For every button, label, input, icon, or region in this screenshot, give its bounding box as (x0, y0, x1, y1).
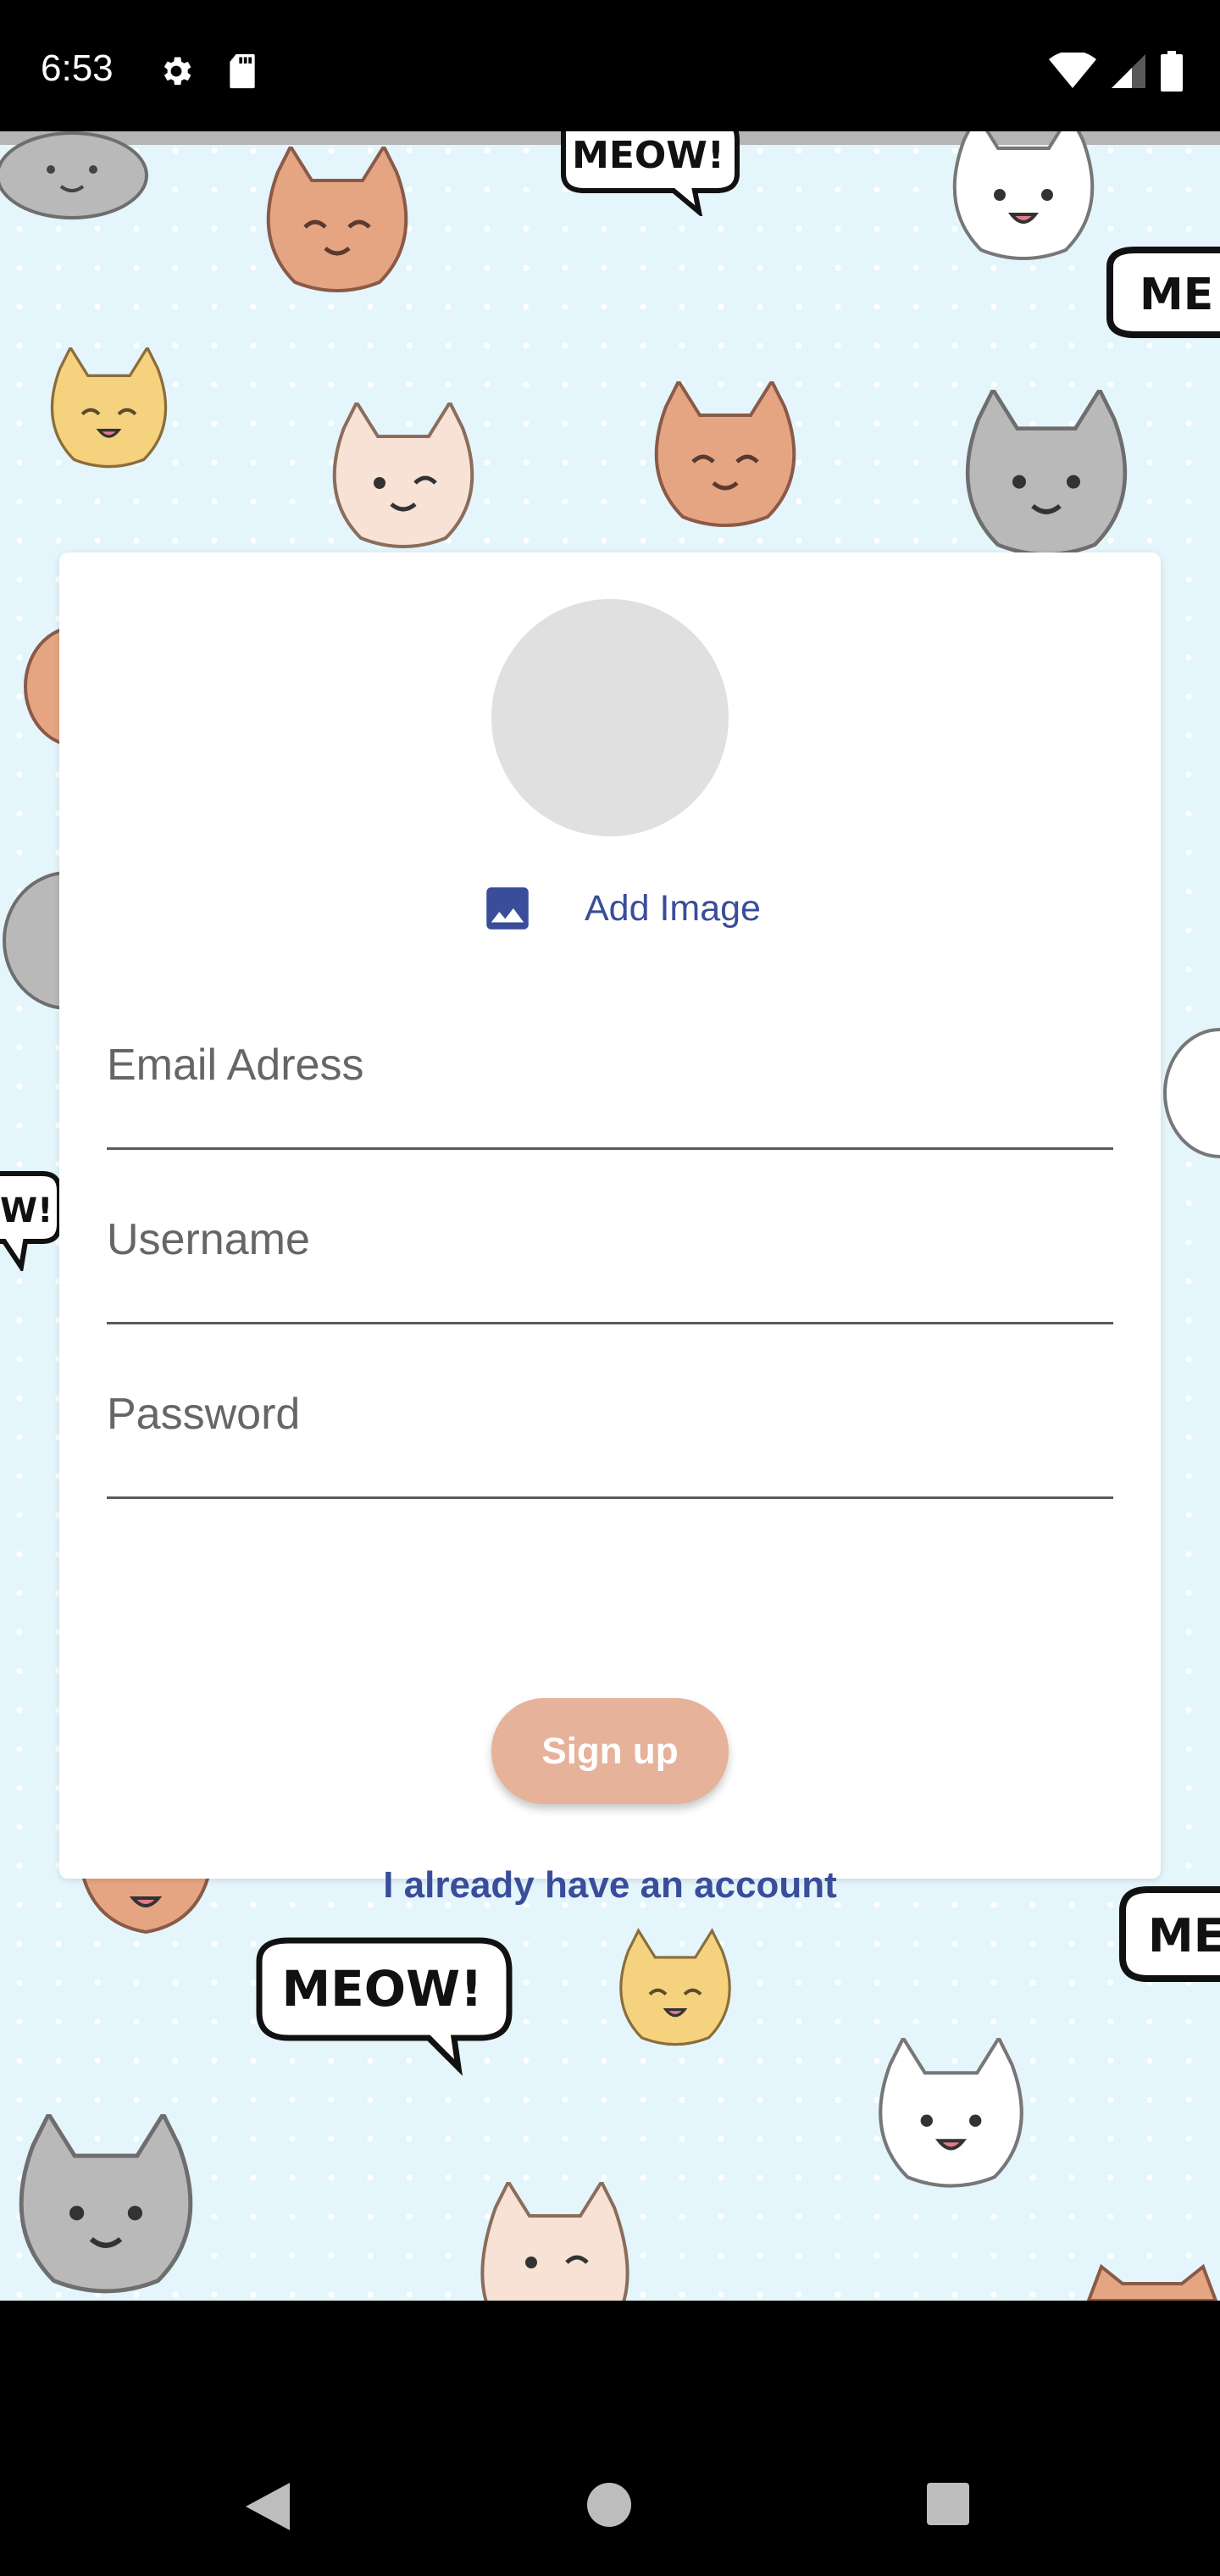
recent-apps-icon[interactable] (927, 2483, 969, 2525)
meow-text-partial: W! (0, 1191, 53, 1230)
meow-text: MEOW! (572, 134, 724, 177)
sd-card-icon (230, 53, 255, 89)
meow-text-partial: ME (1148, 1909, 1220, 1963)
home-icon[interactable] (587, 2483, 631, 2527)
email-underline (107, 1147, 1113, 1150)
speech-bubble-icon: W! (0, 1171, 62, 1271)
cell-signal-icon (1112, 54, 1145, 88)
username-field[interactable]: Username (107, 1180, 1113, 1324)
white-cat-icon (1163, 1028, 1220, 1158)
gray-cat-icon (19, 2114, 193, 2294)
email-field-label: Email Adress (107, 1041, 364, 1090)
navigation-bar (0, 2301, 1220, 2576)
password-underline (107, 1496, 1113, 1499)
status-time: 6:53 (41, 47, 114, 89)
cream-cat-icon (480, 2182, 629, 2301)
signup-card: Add Image Email Adress Username Password… (59, 552, 1161, 1906)
gray-cat-icon (3, 871, 64, 1010)
meow-text: MEOW! (281, 1960, 482, 2018)
orange-cat-icon (654, 381, 796, 527)
speech-bubble-icon: MEOW! (256, 1937, 513, 2076)
white-cat-icon (952, 131, 1095, 260)
yellow-cat-icon (619, 1928, 731, 2046)
wifi-icon (1049, 53, 1096, 88)
status-bar: 6:53 (0, 0, 1220, 131)
battery-icon (1161, 51, 1183, 92)
gray-cat-icon (965, 390, 1128, 557)
add-image-button[interactable]: Add Image (480, 874, 761, 942)
username-field-label: Username (107, 1215, 310, 1264)
orange-cat-icon (266, 147, 408, 292)
username-underline (107, 1322, 1113, 1324)
yellow-cat-icon (50, 347, 168, 469)
speech-bubble-icon: ME (1106, 247, 1220, 338)
back-icon[interactable] (246, 2483, 291, 2530)
avatar-placeholder[interactable] (491, 599, 729, 836)
speech-bubble-icon: MEOW! (561, 131, 740, 216)
image-icon (486, 887, 529, 930)
cream-cat-icon (332, 402, 474, 548)
password-field[interactable]: Password (107, 1355, 1113, 1499)
meow-text-partial: ME (1140, 269, 1213, 320)
password-field-label: Password (107, 1390, 301, 1439)
login-link[interactable]: I already have an account (59, 1864, 1161, 1907)
app-background: MEOW! ME W! MEOW! ME Add Image Email Adr… (0, 131, 1220, 2301)
email-field[interactable]: Email Adress (107, 1006, 1113, 1150)
white-cat-icon (879, 2038, 1023, 2188)
settings-gear-icon (164, 57, 191, 86)
orange-cat-icon (1086, 2263, 1218, 2301)
add-image-label: Add Image (585, 887, 761, 929)
gray-cat-icon (0, 131, 148, 219)
signup-button[interactable]: Sign up (491, 1698, 729, 1804)
